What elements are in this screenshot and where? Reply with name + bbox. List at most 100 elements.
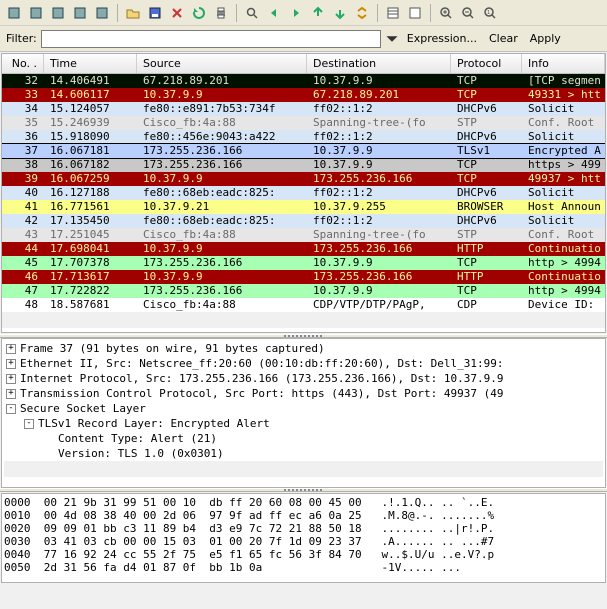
packet-row[interactable]: 3716.067181173.255.236.16610.37.9.9TLSv1… xyxy=(2,144,605,158)
hex-line[interactable]: 0040 77 16 92 24 cc 55 2f 75 e5 f1 65 fc… xyxy=(4,548,603,561)
packet-row[interactable]: 3214.40649167.218.89.20110.37.9.9TCP[TCP… xyxy=(2,74,605,88)
col-header-time[interactable]: Time xyxy=(44,54,137,73)
hex-line[interactable]: 0010 00 4d 08 38 40 00 2d 06 97 9f ad ff… xyxy=(4,509,603,522)
cell-info: Solicit xyxy=(522,130,605,144)
col-header-info[interactable]: Info xyxy=(522,54,605,73)
start-icon[interactable] xyxy=(48,3,68,23)
cell-src: 10.37.9.9 xyxy=(137,270,307,284)
find-icon[interactable] xyxy=(242,3,262,23)
last-icon[interactable] xyxy=(330,3,350,23)
detail-line[interactable]: +Internet Protocol, Src: 173.255.236.166… xyxy=(6,371,603,386)
detail-text: Transmission Control Protocol, Src Port:… xyxy=(20,387,503,400)
detail-text: Ethernet II, Src: Netscree_ff:20:60 (00:… xyxy=(20,357,503,370)
colorize-icon[interactable] xyxy=(383,3,403,23)
splitter-2[interactable] xyxy=(0,488,607,492)
cell-prot: STP xyxy=(451,116,522,130)
detail-line[interactable]: + Transmission Control Protocol, Src Port… xyxy=(6,386,603,401)
packet-row[interactable]: 4317.251045Cisco_fb:4a:88Spanning-tree-(… xyxy=(2,228,605,242)
cell-prot: DHCPv6 xyxy=(451,102,522,116)
col-header-destination[interactable]: Destination xyxy=(307,54,451,73)
cell-no: 45 xyxy=(2,256,44,270)
hex-line[interactable]: 0030 03 41 03 cb 00 00 15 03 01 00 20 7f… xyxy=(4,535,603,548)
detail-line[interactable]: -Secure Socket Layer xyxy=(6,401,603,416)
expand-toggle-icon[interactable]: + xyxy=(6,389,16,399)
zoom-reset-icon[interactable]: 1 xyxy=(480,3,500,23)
packet-row[interactable]: 4717.722822173.255.236.16610.37.9.9TCPht… xyxy=(2,284,605,298)
hex-line[interactable]: 0050 2d 31 56 fa d4 01 87 0f bb 1b 0a -1… xyxy=(4,561,603,574)
packet-row[interactable]: 3314.60611710.37.9.967.218.89.201TCP4933… xyxy=(2,88,605,102)
detail-line[interactable]: +Frame 37 (91 bytes on wire, 91 bytes ca… xyxy=(6,341,603,356)
detail-line[interactable]: Content Type: Alert (21) xyxy=(44,431,603,446)
packet-bytes-pane: 0000 00 21 9b 31 99 51 00 10 db ff 20 60… xyxy=(1,493,606,583)
cell-no: 43 xyxy=(2,228,44,242)
cell-info: http > 4994 xyxy=(522,256,605,270)
expand-toggle-icon[interactable]: - xyxy=(24,419,34,429)
detail-text: Content Type: Alert (21) xyxy=(58,432,217,445)
hex-line[interactable]: 0000 00 21 9b 31 99 51 00 10 db ff 20 60… xyxy=(4,496,603,509)
packet-row[interactable]: 3816.067182173.255.236.16610.37.9.9TCPht… xyxy=(2,158,605,172)
cell-no: 44 xyxy=(2,242,44,256)
cell-src: 10.37.9.9 xyxy=(137,172,307,186)
cell-src: 10.37.9.9 xyxy=(137,242,307,256)
col-header-source[interactable]: Source xyxy=(137,54,307,73)
scroll-icon[interactable] xyxy=(352,3,372,23)
save-icon[interactable] xyxy=(145,3,165,23)
jump-icon[interactable] xyxy=(308,3,328,23)
cell-time: 16.067182 xyxy=(44,158,137,172)
interfaces-icon[interactable] xyxy=(4,3,24,23)
packet-row[interactable]: 4417.69804110.37.9.9173.255.236.166HTTPC… xyxy=(2,242,605,256)
detail-line[interactable]: Version: TLS 1.0 (0x0301) xyxy=(44,446,603,461)
filter-input[interactable] xyxy=(41,30,381,48)
packet-row[interactable]: 4016.127188fe80::68eb:eadc:825:ff02::1:2… xyxy=(2,186,605,200)
toolbar-separator xyxy=(236,4,237,22)
cell-prot: BROWSER xyxy=(451,200,522,214)
packet-row[interactable]: 4617.71361710.37.9.9173.255.236.166HTTPC… xyxy=(2,270,605,284)
cell-dst: CDP/VTP/DTP/PAgP, xyxy=(307,298,451,312)
cell-info: [TCP segmen xyxy=(522,74,605,88)
packet-row[interactable]: 3415.124057fe80::e891:7b53:734fff02::1:2… xyxy=(2,102,605,116)
packet-row[interactable]: 4217.135450fe80::68eb:eadc:825:ff02::1:2… xyxy=(2,214,605,228)
detail-line[interactable]: + Ethernet II, Src: Netscree_ff:20:60 (00… xyxy=(6,356,603,371)
stop-icon[interactable] xyxy=(70,3,90,23)
packet-row[interactable]: 3916.06725910.37.9.9173.255.236.166TCP49… xyxy=(2,172,605,186)
expression-button[interactable]: Expression... xyxy=(403,32,481,45)
reload-icon[interactable] xyxy=(189,3,209,23)
packet-row[interactable]: 4517.707378173.255.236.16610.37.9.9TCPht… xyxy=(2,256,605,270)
cell-time: 16.127188 xyxy=(44,186,137,200)
expand-toggle-icon[interactable]: + xyxy=(6,344,16,354)
packet-row[interactable]: 4116.77156110.37.9.2110.37.9.255BROWSERH… xyxy=(2,200,605,214)
zoom-out-icon[interactable] xyxy=(458,3,478,23)
filter-dropdown-icon[interactable] xyxy=(385,30,399,48)
expand-toggle-icon[interactable]: - xyxy=(6,404,16,414)
packet-row[interactable]: 4818.587681Cisco_fb:4a:88CDP/VTP/DTP/PAg… xyxy=(2,298,605,312)
apply-button[interactable]: Apply xyxy=(526,32,565,45)
forward-icon[interactable] xyxy=(286,3,306,23)
col-header-protocol[interactable]: Protocol xyxy=(451,54,522,73)
cell-dst: ff02::1:2 xyxy=(307,214,451,228)
col-header-no[interactable]: No. . xyxy=(2,54,44,73)
details-hscrollbar[interactable] xyxy=(4,461,603,477)
packet-row[interactable]: 3515.246939Cisco_fb:4a:88Spanning-tree-(… xyxy=(2,116,605,130)
close-icon[interactable] xyxy=(167,3,187,23)
expand-toggle-icon[interactable]: + xyxy=(6,359,16,369)
packet-list-pane: No. . Time Source Destination Protocol I… xyxy=(1,53,606,333)
back-icon[interactable] xyxy=(264,3,284,23)
zoom-in-icon[interactable] xyxy=(436,3,456,23)
print-icon[interactable] xyxy=(211,3,231,23)
open-icon[interactable] xyxy=(123,3,143,23)
packet-row[interactable]: 3615.918090fe80::456e:9043:a422ff02::1:2… xyxy=(2,130,605,144)
packet-hscrollbar[interactable] xyxy=(2,312,605,328)
cell-time: 17.251045 xyxy=(44,228,137,242)
cell-dst: 67.218.89.201 xyxy=(307,88,451,102)
options-icon[interactable] xyxy=(26,3,46,23)
capture-icon[interactable] xyxy=(405,3,425,23)
cell-info: Solicit xyxy=(522,186,605,200)
cell-dst: Spanning-tree-(fo xyxy=(307,228,451,242)
restart-icon[interactable] xyxy=(92,3,112,23)
cell-src: fe80::68eb:eadc:825: xyxy=(137,214,307,228)
hex-line[interactable]: 0020 09 09 01 bb c3 11 89 b4 d3 e9 7c 72… xyxy=(4,522,603,535)
cell-time: 17.722822 xyxy=(44,284,137,298)
expand-toggle-icon[interactable]: + xyxy=(6,374,16,384)
clear-button[interactable]: Clear xyxy=(485,32,522,45)
detail-line[interactable]: -TLSv1 Record Layer: Encrypted Alert xyxy=(24,416,603,431)
